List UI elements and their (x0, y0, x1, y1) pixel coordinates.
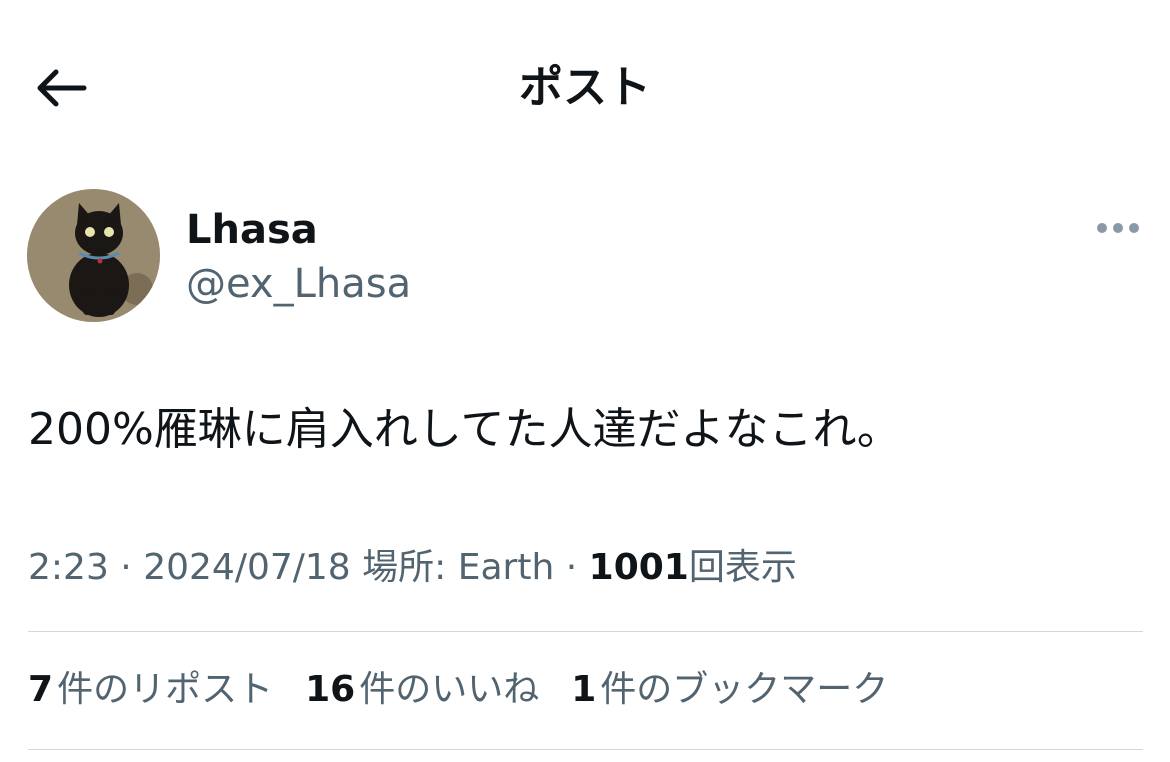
views-count: 1001 (588, 547, 689, 588)
divider (28, 631, 1143, 632)
more-options-button[interactable] (1086, 208, 1150, 248)
likes-count: 16 (305, 669, 356, 710)
top-bar: ポスト (0, 0, 1170, 176)
likes-stat[interactable]: 16 件のいいね (305, 662, 539, 718)
post-text: 200%雁琳に肩入れしてた人達だよなこれ。 (28, 404, 901, 455)
bookmarks-stat[interactable]: 1 件のブックマーク (571, 662, 888, 718)
black-cat-avatar (27, 189, 160, 322)
post-meta: 2:23 · 2024/07/18 場所: Earth · 1001回表示 (28, 540, 797, 596)
views-label: 回表示 (688, 547, 797, 588)
engagement-stats: 7 件のリポスト 16 件のいいね 1 件のブックマーク (28, 662, 888, 718)
meta-separator: · (565, 547, 578, 588)
post-date[interactable]: 2024/07/18 (143, 547, 351, 588)
more-horizontal-icon (1097, 223, 1139, 233)
reposts-label: 件のリポスト (57, 669, 274, 710)
post-location: 場所: Earth (362, 547, 555, 588)
reposts-count: 7 (28, 669, 54, 710)
bookmarks-label: 件のブックマーク (600, 669, 889, 710)
likes-label: 件のいいね (359, 669, 540, 710)
meta-separator: · (120, 547, 132, 588)
avatar[interactable] (27, 189, 160, 322)
bookmarks-count: 1 (571, 669, 597, 710)
author-display-name[interactable]: Lhasa (186, 204, 318, 256)
divider (28, 749, 1143, 750)
page-title: ポスト (519, 62, 651, 113)
author-handle[interactable]: @ex_Lhasa (186, 258, 411, 310)
post-time[interactable]: 2:23 (28, 547, 109, 588)
reposts-stat[interactable]: 7 件のリポスト (28, 662, 273, 718)
